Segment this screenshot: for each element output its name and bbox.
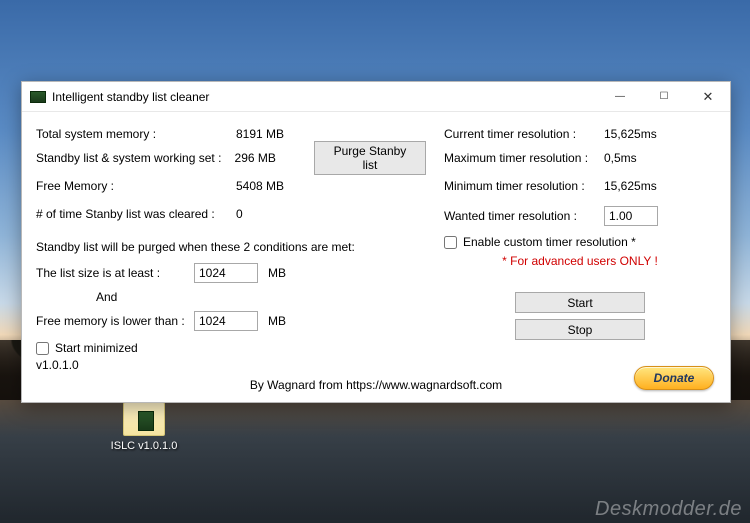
max-timer-value: 0,5ms [604, 151, 637, 165]
wanted-timer-label: Wanted timer resolution : [444, 209, 604, 223]
free-memory-threshold-label: Free memory is lower than : [36, 314, 194, 328]
max-timer-label: Maximum timer resolution : [444, 151, 604, 165]
total-memory-value: 8191 MB [236, 127, 316, 141]
enable-custom-timer-label: Enable custom timer resolution * [463, 235, 636, 249]
app-icon [30, 91, 46, 103]
stop-button[interactable]: Stop [515, 319, 645, 340]
app-window: Intelligent standby list cleaner — ☐ ✕ T… [21, 81, 731, 403]
standby-set-value: 296 MB [235, 151, 314, 165]
purge-button[interactable]: Purge Stanby list [314, 141, 426, 175]
current-timer-label: Current timer resolution : [444, 127, 604, 141]
list-size-input[interactable] [194, 263, 258, 283]
enable-custom-timer-checkbox[interactable] [444, 236, 457, 249]
folder-icon [123, 402, 165, 436]
min-timer-label: Minimum timer resolution : [444, 179, 604, 193]
min-timer-value: 15,625ms [604, 179, 657, 193]
list-size-label: The list size is at least : [36, 266, 194, 280]
titlebar[interactable]: Intelligent standby list cleaner — ☐ ✕ [22, 82, 730, 112]
total-memory-label: Total system memory : [36, 127, 236, 141]
maximize-button[interactable]: ☐ [642, 82, 686, 112]
list-size-unit: MB [268, 266, 286, 280]
free-memory-unit: MB [268, 314, 286, 328]
free-memory-value: 5408 MB [236, 179, 316, 193]
desktop-shortcut-label: ISLC v1.0.1.0 [104, 440, 184, 452]
free-memory-threshold-input[interactable] [194, 311, 258, 331]
version-label: v1.0.1.0 [36, 358, 426, 372]
advanced-note: * For advanced users ONLY ! [444, 254, 716, 268]
cleared-count-value: 0 [236, 207, 316, 221]
close-button[interactable]: ✕ [686, 82, 730, 112]
start-button[interactable]: Start [515, 292, 645, 313]
current-timer-value: 15,625ms [604, 127, 657, 141]
minimize-button[interactable]: — [598, 82, 642, 112]
wanted-timer-input[interactable] [604, 206, 658, 226]
standby-set-label: Standby list & system working set : [36, 151, 235, 165]
cleared-count-label: # of time Stanby list was cleared : [36, 207, 236, 221]
and-label: And [36, 286, 426, 308]
conditions-intro: Standby list will be purged when these 2… [36, 240, 426, 254]
desktop-shortcut[interactable]: ISLC v1.0.1.0 [104, 402, 184, 452]
footer-credit: By Wagnard from https://www.wagnardsoft.… [36, 378, 716, 392]
watermark: Deskmodder.de [595, 498, 742, 521]
start-minimized-label: Start minimized [55, 341, 138, 355]
start-minimized-checkbox[interactable] [36, 342, 49, 355]
window-title: Intelligent standby list cleaner [52, 90, 598, 104]
donate-button[interactable]: Donate [634, 366, 714, 390]
free-memory-label: Free Memory : [36, 179, 236, 193]
